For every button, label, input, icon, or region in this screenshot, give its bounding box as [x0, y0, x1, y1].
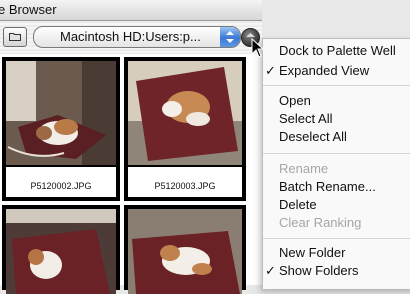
menu-item-open[interactable]: Open — [263, 93, 410, 110]
thumbnail-filename-text: P5120002.JPG — [30, 181, 92, 191]
path-dropdown-value: Macintosh HD:Users:p... — [60, 29, 201, 44]
menu-item-new-folder[interactable]: New Folder — [263, 245, 410, 262]
thumbnail-cell[interactable]: P5120003.JPG — [124, 57, 246, 201]
menu-item-clear-ranking: Clear Ranking — [279, 215, 362, 230]
menu-item-expanded-view[interactable]: ✓ Expanded View — [263, 63, 410, 80]
window-titlebar: e Browser — [0, 0, 262, 21]
menu-item-dock-to-palette-well[interactable]: Dock to Palette Well — [263, 43, 410, 60]
window-title: e Browser — [0, 2, 57, 17]
toolbar: Macintosh HD:Users:p... — [0, 21, 262, 53]
path-dropdown[interactable]: Macintosh HD:Users:p... — [33, 26, 241, 48]
menu-item-rename: Rename — [279, 161, 329, 176]
thumbnail-image — [128, 209, 242, 294]
menu-item-show-folders[interactable]: ✓ Show Folders — [263, 263, 410, 280]
thumbnail-cell[interactable] — [124, 205, 246, 294]
mouse-pointer-icon — [251, 38, 265, 58]
menu-separator — [263, 153, 410, 154]
menu-item-select-all[interactable]: Select All — [263, 111, 410, 128]
menu-item-deselect-all[interactable]: Deselect All — [263, 129, 410, 146]
menu-item-batch-rename[interactable]: Batch Rename... — [263, 179, 410, 196]
thumbnail-filename-text: P5120003.JPG — [154, 181, 216, 191]
thumbnail-image — [128, 61, 242, 165]
thumbnail-image — [6, 61, 116, 165]
checkmark-icon: ✓ — [265, 63, 276, 78]
thumbnail-image — [6, 209, 116, 294]
thumbnail-cell[interactable]: P5120002.JPG — [2, 57, 120, 201]
folder-icon — [9, 33, 21, 41]
thumbnail-cell[interactable] — [2, 205, 120, 294]
thumbnail-grid: P5120002.JPG P5120003.JPG — [0, 54, 262, 294]
parent-folder-button[interactable] — [3, 27, 27, 47]
checkmark-icon: ✓ — [265, 263, 276, 278]
menu-separator — [263, 238, 410, 239]
menu-separator — [263, 85, 410, 86]
dropdown-arrows-icon — [220, 27, 240, 47]
menu-item-delete[interactable]: Delete — [263, 197, 410, 214]
palette-menu: Dock to Palette Well ✓ Expanded View Ope… — [262, 38, 410, 289]
